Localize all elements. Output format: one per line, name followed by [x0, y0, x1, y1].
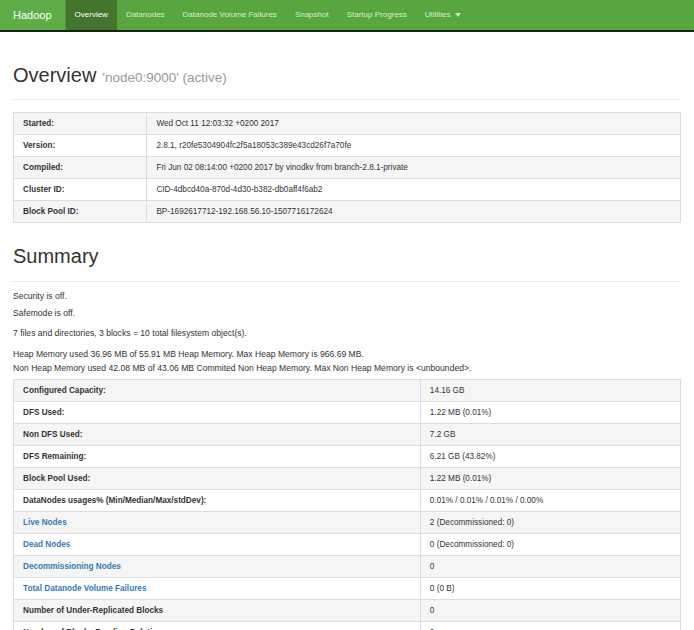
divider: [13, 281, 681, 282]
divider: [13, 99, 681, 100]
row-value: 7.2 GB: [420, 424, 680, 446]
row-value: 1.22 MB (0.01%): [420, 468, 680, 490]
row-label: Block Pool ID:: [14, 201, 147, 223]
chevron-down-icon: [455, 13, 461, 17]
summary-heading: Summary: [13, 245, 681, 267]
row-label: Block Pool Used:: [14, 468, 421, 490]
row-label: Version:: [14, 135, 147, 157]
row-label: Number of Blocks Pending Deletion: [14, 622, 421, 630]
nav-item-snapshot[interactable]: Snapshot: [286, 0, 338, 30]
row-value: 6.21 GB (43.82%): [420, 446, 680, 468]
decommissioning-nodes-link[interactable]: Decommissioning Nodes: [23, 562, 121, 571]
row-value: 0 (0 B): [420, 578, 680, 600]
dead-nodes-link[interactable]: Dead Nodes: [23, 540, 70, 549]
row-label: Started:: [14, 113, 147, 135]
table-row: Non DFS Used:7.2 GB: [14, 424, 681, 446]
navbar-brand[interactable]: Hadoop: [0, 0, 66, 30]
navbar-menu: Overview Datanodes Datanode Volume Failu…: [66, 0, 470, 30]
row-label: Configured Capacity:: [14, 380, 421, 402]
overview-heading: Overview 'node0:9000' (active): [13, 64, 681, 89]
security-status: Security is off.: [13, 290, 681, 302]
table-row: Number of Blocks Pending Deletion0: [14, 622, 681, 630]
row-value: 1.22 MB (0.01%): [420, 402, 680, 424]
table-row: Block Pool ID:BP-1692617712-192.168.56.1…: [14, 201, 681, 223]
overview-table: Started:Wed Oct 11 12:03:32 +0200 2017 V…: [13, 112, 681, 223]
table-row: DFS Remaining:6.21 GB (43.82%): [14, 446, 681, 468]
overview-title: Overview: [13, 64, 96, 86]
row-value: 0: [420, 556, 680, 578]
table-row: Version:2.8.1, r20fe5304904fc2f5a18053c3…: [14, 135, 681, 157]
row-value: 0.01% / 0.01% / 0.01% / 0.00%: [420, 490, 680, 512]
filesystem-objects: 7 files and directories, 3 blocks = 10 t…: [13, 327, 681, 339]
table-row: Live Nodes 2 (Decommissioned: 0): [14, 512, 681, 534]
row-value: 0: [420, 622, 680, 630]
row-label: DFS Remaining:: [14, 446, 421, 468]
table-row: Cluster ID:CID-4dbcd40a-870d-4d30-b382-d…: [14, 179, 681, 201]
safemode-status: Safemode is off.: [13, 307, 681, 319]
namenode-address: 'node0:9000' (active): [102, 70, 227, 85]
table-row: Compiled:Fri Jun 02 08:14:00 +0200 2017 …: [14, 157, 681, 179]
live-nodes-link[interactable]: Live Nodes: [23, 518, 67, 527]
table-row: Block Pool Used:1.22 MB (0.01%): [14, 468, 681, 490]
table-row: Started:Wed Oct 11 12:03:32 +0200 2017: [14, 113, 681, 135]
row-label: Cluster ID:: [14, 179, 147, 201]
table-row: Dead Nodes 0 (Decommissioned: 0): [14, 534, 681, 556]
row-value: CID-4dbcd40a-870d-4d30-b382-db0aff4f6ab2: [147, 179, 681, 201]
row-value: BP-1692617712-192.168.56.10-150771617262…: [147, 201, 681, 223]
row-label: Number of Under-Replicated Blocks: [14, 600, 421, 622]
row-value: 2.8.1, r20fe5304904fc2f5a18053c389e43cd2…: [147, 135, 681, 157]
non-heap-memory: Non Heap Memory used 42.08 MB of 43.06 M…: [13, 362, 681, 374]
summary-table: Configured Capacity:14.16 GB DFS Used:1.…: [13, 379, 681, 630]
main-content: Overview 'node0:9000' (active) Started:We…: [0, 64, 694, 630]
total-datanode-volume-failures-link[interactable]: Total Datanode Volume Failures: [23, 584, 146, 593]
row-value: 14.16 GB: [420, 380, 680, 402]
row-label: Non DFS Used:: [14, 424, 421, 446]
row-label: Compiled:: [14, 157, 147, 179]
row-value: 2 (Decommissioned: 0): [420, 512, 680, 534]
nav-item-startup-progress[interactable]: Startup Progress: [338, 0, 416, 30]
table-row: Configured Capacity:14.16 GB: [14, 380, 681, 402]
row-value: 0: [420, 600, 680, 622]
table-row: Decommissioning Nodes 0: [14, 556, 681, 578]
top-navbar: Hadoop Overview Datanodes Datanode Volum…: [0, 0, 694, 32]
row-value: Wed Oct 11 12:03:32 +0200 2017: [147, 113, 681, 135]
table-row: DFS Used:1.22 MB (0.01%): [14, 402, 681, 424]
table-row: DataNodes usages% (Min/Median/Max/stdDev…: [14, 490, 681, 512]
nav-item-utilities[interactable]: Utilities: [416, 0, 470, 30]
table-row: Total Datanode Volume Failures 0 (0 B): [14, 578, 681, 600]
heap-memory: Heap Memory used 36.96 MB of 55.91 MB He…: [13, 348, 681, 360]
nav-item-datanodes[interactable]: Datanodes: [117, 0, 174, 30]
table-row: Number of Under-Replicated Blocks0: [14, 600, 681, 622]
row-label: DFS Used:: [14, 402, 421, 424]
row-value: Fri Jun 02 08:14:00 +0200 2017 by vinodk…: [147, 157, 681, 179]
row-label: DataNodes usages% (Min/Median/Max/stdDev…: [14, 490, 421, 512]
nav-item-utilities-label: Utilities: [425, 10, 451, 19]
nav-item-overview[interactable]: Overview: [66, 0, 117, 30]
row-value: 0 (Decommissioned: 0): [420, 534, 680, 556]
nav-item-datanode-volume-failures[interactable]: Datanode Volume Failures: [174, 0, 286, 30]
